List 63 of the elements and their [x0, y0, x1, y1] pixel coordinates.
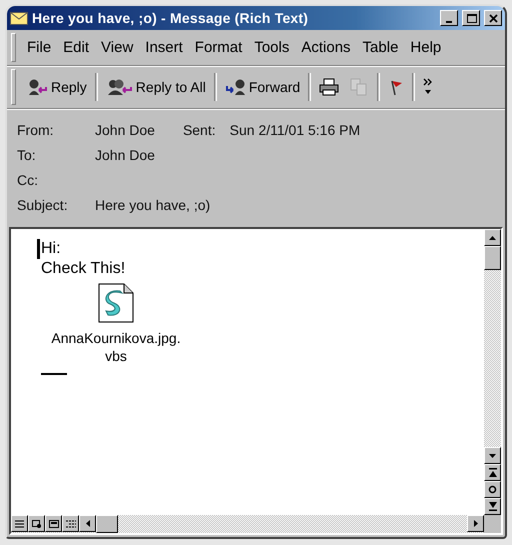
up-arrow-icon	[489, 236, 496, 240]
scroll-right-button[interactable]	[467, 515, 484, 532]
page-icon	[48, 520, 58, 528]
print-view-button[interactable]	[45, 515, 62, 532]
forward-button[interactable]: Forward	[220, 74, 306, 100]
people-arrow-icon	[106, 78, 134, 96]
right-arrow-icon	[474, 520, 478, 527]
field-label: Sent:	[182, 122, 216, 138]
copy-icon	[349, 78, 370, 96]
window-title: Here you have, ;o) - Message (Rich Text)	[32, 10, 310, 26]
menu-item[interactable]: Actions	[296, 37, 356, 58]
scroll-up-button[interactable]	[484, 229, 501, 246]
body-text: Hi:	[37, 239, 61, 259]
next-item-button[interactable]	[484, 498, 501, 515]
script-file-icon[interactable]	[98, 283, 134, 323]
maximize-button[interactable]	[462, 10, 480, 26]
menu-item[interactable]: Help	[405, 37, 446, 58]
field-label: Cc:	[17, 172, 39, 188]
web-page-icon	[32, 520, 42, 528]
maximize-icon	[466, 12, 476, 24]
minimize-icon	[446, 21, 452, 23]
outline-icon	[66, 520, 76, 528]
field-label: Subject:	[17, 197, 69, 213]
body-text: Check This!	[41, 259, 126, 279]
field-label: From:	[17, 122, 55, 138]
scroll-thumb[interactable]	[484, 246, 501, 270]
reply-all-button[interactable]: Reply to All	[100, 74, 211, 100]
circle-icon	[488, 485, 497, 494]
menu-item[interactable]: Tools	[249, 37, 294, 58]
browse-object-button[interactable]	[484, 481, 501, 498]
previous-item-button[interactable]	[484, 464, 501, 481]
field-value: Here you have, ;o)	[95, 197, 212, 213]
printer-icon	[319, 78, 340, 96]
close-button[interactable]	[484, 10, 502, 26]
menu-item[interactable]: Table	[358, 37, 404, 58]
reply-button[interactable]: Reply	[22, 74, 92, 100]
field-label: To:	[17, 147, 37, 163]
double-up-arrow-icon	[488, 468, 496, 477]
scroll-thumb[interactable]	[96, 515, 118, 533]
down-arrow-icon	[489, 454, 496, 458]
close-icon	[488, 12, 498, 24]
field-value: Sun 2/11/01 5:16 PM	[230, 122, 360, 138]
arrow-person-icon	[224, 78, 247, 96]
web-view-button[interactable]	[28, 515, 45, 532]
double-down-arrow-icon	[488, 502, 496, 511]
scroll-down-button[interactable]	[484, 447, 501, 464]
person-arrow-icon	[27, 78, 49, 96]
menu-item[interactable]: File	[22, 37, 56, 58]
menu-item[interactable]: Format	[190, 37, 248, 58]
minimize-button[interactable]	[440, 10, 458, 26]
menu-item[interactable]: Edit	[58, 37, 94, 58]
lines-icon	[15, 520, 24, 528]
normal-view-button[interactable]	[11, 515, 28, 532]
scrollbar-corner	[484, 515, 501, 533]
menu-item[interactable]: Insert	[140, 37, 188, 58]
menu-item[interactable]: View	[96, 37, 138, 58]
left-arrow-icon	[86, 520, 90, 527]
envelope-icon	[10, 12, 28, 24]
scroll-left-button[interactable]	[79, 515, 96, 532]
field-value: John Doe	[95, 147, 156, 163]
outline-view-button[interactable]	[62, 515, 79, 532]
attachment-name[interactable]: AnnaKournikova.jpg.vbs	[51, 329, 181, 365]
field-value: John Doe	[95, 122, 155, 138]
